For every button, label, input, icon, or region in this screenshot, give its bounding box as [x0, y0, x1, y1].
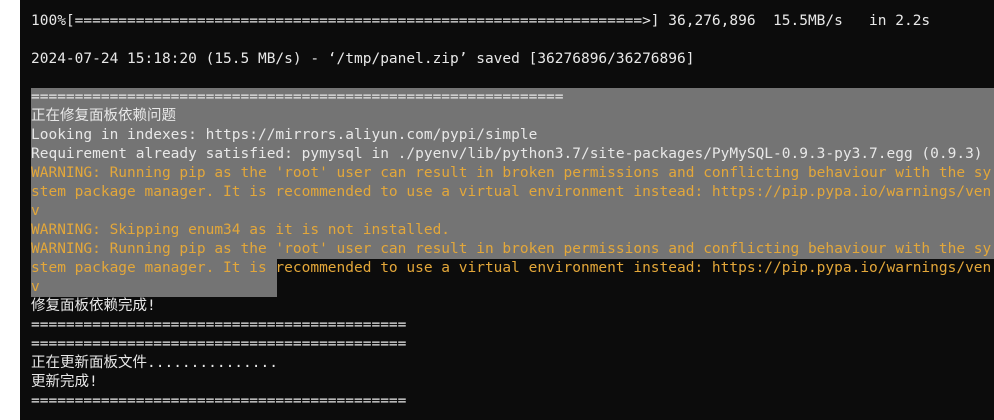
warning-line: stem package manager. It is recommended … — [31, 184, 992, 200]
progress-line: 100%[===================================… — [31, 13, 931, 29]
updating-files-line: 正在更新面板文件............... — [31, 355, 278, 371]
warning-line: v — [31, 279, 40, 295]
warning-line: stem package manager. It is recommended … — [31, 260, 992, 276]
separator-line: ========================================… — [31, 89, 564, 105]
update-done-line: 更新完成! — [31, 374, 98, 390]
warning-line: WARNING: Running pip as the 'root' user … — [31, 165, 992, 181]
deps-done-line: 修复面板依赖完成! — [31, 298, 156, 314]
terminal-window[interactable]: 100%[===================================… — [20, 0, 994, 420]
warning-line: WARNING: Running pip as the 'root' user … — [31, 241, 992, 257]
separator-line: ========================================… — [31, 393, 407, 409]
separator-line: ========================================… — [31, 336, 407, 352]
download-saved-line: 2024-07-24 15:18:20 (15.5 MB/s) - ‘/tmp/… — [31, 51, 695, 67]
warning-line: v — [31, 203, 40, 219]
pip-index-line: Looking in indexes: https://mirrors.aliy… — [31, 127, 538, 143]
requirement-line: Requirement already satisfied: pymysql i… — [31, 146, 983, 162]
warning-skip-line: WARNING: Skipping enum34 as it is not in… — [31, 222, 451, 238]
fixing-deps-line: 正在修复面板依赖问题 — [31, 108, 176, 124]
separator-line: ========================================… — [31, 317, 407, 333]
